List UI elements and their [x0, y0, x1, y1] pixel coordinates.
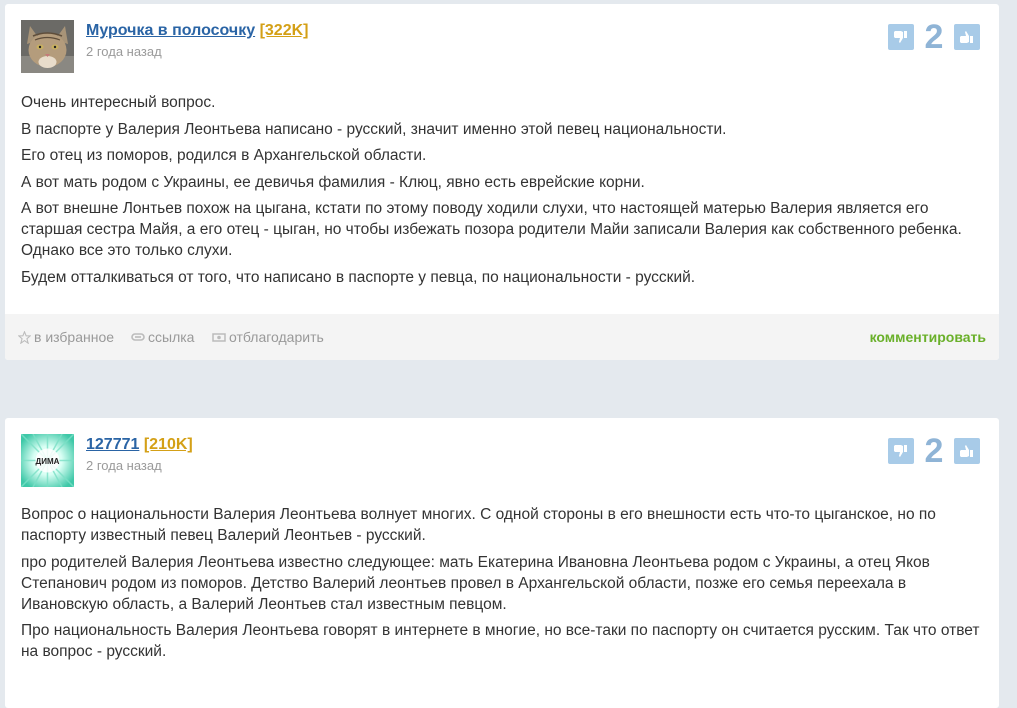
- answer-paragraph: А вот мать родом с Украины, ее девичья ф…: [21, 173, 645, 191]
- favorite-action[interactable]: в избранное: [18, 329, 114, 345]
- thumbs-down-icon: [894, 445, 907, 457]
- author-reputation[interactable]: [322K]: [260, 22, 309, 39]
- chain-link-icon: [131, 333, 145, 341]
- dima-avatar-icon: ДИМА: [21, 434, 74, 487]
- answer-paragraph: Будем отталкиваться от того, что написан…: [21, 268, 696, 286]
- answer-date: 2 года назад: [86, 44, 162, 59]
- thumbs-up-icon: [960, 31, 973, 43]
- thank-label: отблагодарить: [229, 329, 324, 345]
- answer-body: Вопрос о национальности Валерия Леонтьев…: [21, 504, 987, 668]
- answer-card: ДИМА 127771 [210K] 2 года назад 2 Вопрос…: [5, 418, 999, 708]
- answer-paragraph: про родителей Валерия Леонтьева известно…: [21, 553, 930, 613]
- link-action[interactable]: ссылка: [131, 329, 194, 345]
- thumbs-down-icon: [894, 31, 907, 43]
- comment-button[interactable]: комментировать: [870, 329, 986, 345]
- star-icon: [18, 330, 31, 344]
- vote-up-button[interactable]: [954, 438, 980, 464]
- cat-avatar-icon: [21, 20, 74, 73]
- vote-count: 2: [924, 432, 944, 470]
- answer-footer: в избранное ссылка отблагодарить коммент…: [5, 314, 999, 360]
- vote-widget: 2: [888, 434, 980, 468]
- vote-count: 2: [924, 18, 944, 56]
- author-name[interactable]: 127771: [86, 436, 139, 453]
- vote-down-button[interactable]: [888, 24, 914, 50]
- thumbs-up-icon: [960, 445, 973, 457]
- author-line: Мурочка в полосочку [322K]: [86, 21, 308, 41]
- answer-date: 2 года назад: [86, 458, 162, 473]
- vote-widget: 2: [888, 20, 980, 54]
- vote-down-button[interactable]: [888, 438, 914, 464]
- author-line: 127771 [210K]: [86, 435, 193, 455]
- answer-paragraph: А вот внешне Лонтьев похож на цыгана, кс…: [21, 200, 962, 259]
- vote-up-button[interactable]: [954, 24, 980, 50]
- author-name[interactable]: Мурочка в полосочку: [86, 22, 255, 39]
- answer-paragraph: В паспорте у Валерия Леонтьева написано …: [21, 120, 727, 138]
- answer-card: Мурочка в полосочку [322K] 2 года назад …: [5, 4, 999, 360]
- link-label: ссылка: [148, 329, 195, 345]
- svg-text:ДИМА: ДИМА: [36, 457, 60, 466]
- answer-paragraph: Вопрос о национальности Валерия Леонтьев…: [21, 506, 936, 544]
- favorite-label: в избранное: [34, 329, 115, 345]
- avatar[interactable]: [21, 20, 74, 73]
- answer-paragraph: Про национальность Валерия Леонтьева гов…: [21, 622, 980, 660]
- answer-body: Очень интересный вопрос. В паспорте у Ва…: [21, 92, 987, 293]
- answer-paragraph: Его отец из поморов, родился в Архангель…: [21, 147, 427, 164]
- thank-action[interactable]: отблагодарить: [212, 329, 324, 345]
- answer-paragraph: Очень интересный вопрос.: [21, 94, 216, 111]
- avatar[interactable]: ДИМА: [21, 434, 74, 487]
- author-reputation[interactable]: [210K]: [144, 436, 193, 453]
- money-icon: [212, 332, 226, 342]
